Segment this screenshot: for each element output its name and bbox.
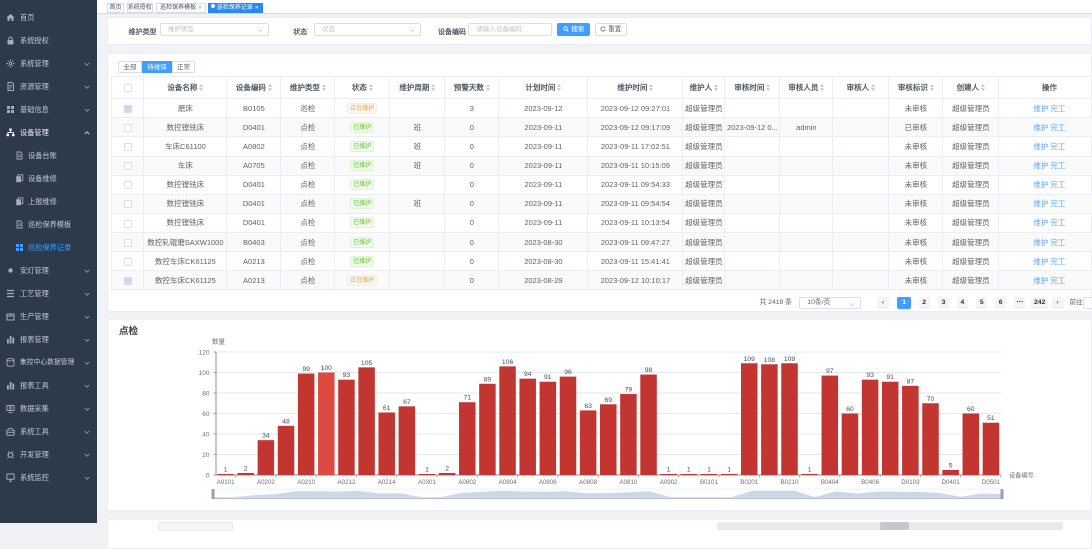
svg-text:1: 1 xyxy=(808,466,812,473)
svg-text:91: 91 xyxy=(886,374,894,381)
svg-text:91: 91 xyxy=(544,374,552,381)
svg-text:61: 61 xyxy=(383,405,391,412)
svg-text:A0810: A0810 xyxy=(619,479,637,486)
svg-text:A0214: A0214 xyxy=(378,479,396,486)
svg-text:设备编号: 设备编号 xyxy=(1009,472,1034,480)
svg-text:97: 97 xyxy=(826,368,834,375)
svg-text:120: 120 xyxy=(199,349,210,356)
svg-text:A0802: A0802 xyxy=(458,479,476,486)
svg-text:1: 1 xyxy=(425,466,429,473)
svg-text:106: 106 xyxy=(502,359,514,366)
svg-text:A0212: A0212 xyxy=(337,479,355,486)
svg-text:69: 69 xyxy=(605,397,613,404)
svg-text:2: 2 xyxy=(445,465,449,472)
svg-text:71: 71 xyxy=(464,395,472,402)
svg-text:B0101: B0101 xyxy=(700,479,718,486)
svg-text:67: 67 xyxy=(403,399,411,406)
svg-text:2: 2 xyxy=(244,465,248,472)
svg-text:A0804: A0804 xyxy=(499,479,517,486)
svg-text:1: 1 xyxy=(727,466,731,473)
svg-text:D0103: D0103 xyxy=(901,479,920,486)
svg-text:99: 99 xyxy=(302,366,310,373)
svg-text:A0101: A0101 xyxy=(217,479,235,486)
svg-text:87: 87 xyxy=(907,378,915,385)
svg-text:B0201: B0201 xyxy=(740,479,758,486)
svg-text:B0406: B0406 xyxy=(861,479,879,486)
svg-text:B0404: B0404 xyxy=(821,479,839,486)
svg-text:0: 0 xyxy=(206,472,210,479)
svg-text:D0401: D0401 xyxy=(941,479,960,486)
svg-text:89: 89 xyxy=(484,376,492,383)
svg-text:A0202: A0202 xyxy=(257,479,275,486)
svg-text:40: 40 xyxy=(202,431,210,438)
svg-text:63: 63 xyxy=(584,403,592,410)
svg-text:51: 51 xyxy=(987,415,995,422)
svg-text:A0210: A0210 xyxy=(297,479,315,486)
svg-text:B0210: B0210 xyxy=(781,479,799,486)
svg-text:98: 98 xyxy=(645,367,653,374)
svg-text:94: 94 xyxy=(524,371,532,378)
svg-text:80: 80 xyxy=(202,390,210,397)
svg-text:60: 60 xyxy=(846,406,854,413)
svg-text:1: 1 xyxy=(687,466,691,473)
svg-text:A0806: A0806 xyxy=(539,479,557,486)
svg-text:93: 93 xyxy=(343,372,351,379)
svg-text:60: 60 xyxy=(202,411,210,418)
svg-text:A0902: A0902 xyxy=(660,479,678,486)
svg-text:A0301: A0301 xyxy=(418,479,436,486)
svg-text:5: 5 xyxy=(949,462,953,469)
svg-text:93: 93 xyxy=(866,372,874,379)
svg-text:数量: 数量 xyxy=(212,337,226,346)
svg-text:96: 96 xyxy=(564,369,572,376)
svg-text:1: 1 xyxy=(224,466,228,473)
svg-text:79: 79 xyxy=(625,387,633,394)
svg-text:20: 20 xyxy=(202,452,210,459)
svg-text:48: 48 xyxy=(282,418,290,425)
svg-text:109: 109 xyxy=(744,356,756,363)
svg-text:108: 108 xyxy=(764,357,776,364)
svg-text:点检: 点检 xyxy=(119,325,139,337)
svg-text:100: 100 xyxy=(321,365,333,372)
svg-text:60: 60 xyxy=(967,406,975,413)
svg-text:1: 1 xyxy=(667,466,671,473)
svg-text:34: 34 xyxy=(262,433,270,440)
svg-text:70: 70 xyxy=(927,396,935,403)
svg-text:105: 105 xyxy=(361,360,373,367)
svg-text:1: 1 xyxy=(707,466,711,473)
svg-text:100: 100 xyxy=(199,370,210,377)
svg-text:109: 109 xyxy=(784,356,796,363)
svg-text:D0501: D0501 xyxy=(982,479,1001,486)
svg-text:A0808: A0808 xyxy=(579,479,597,486)
